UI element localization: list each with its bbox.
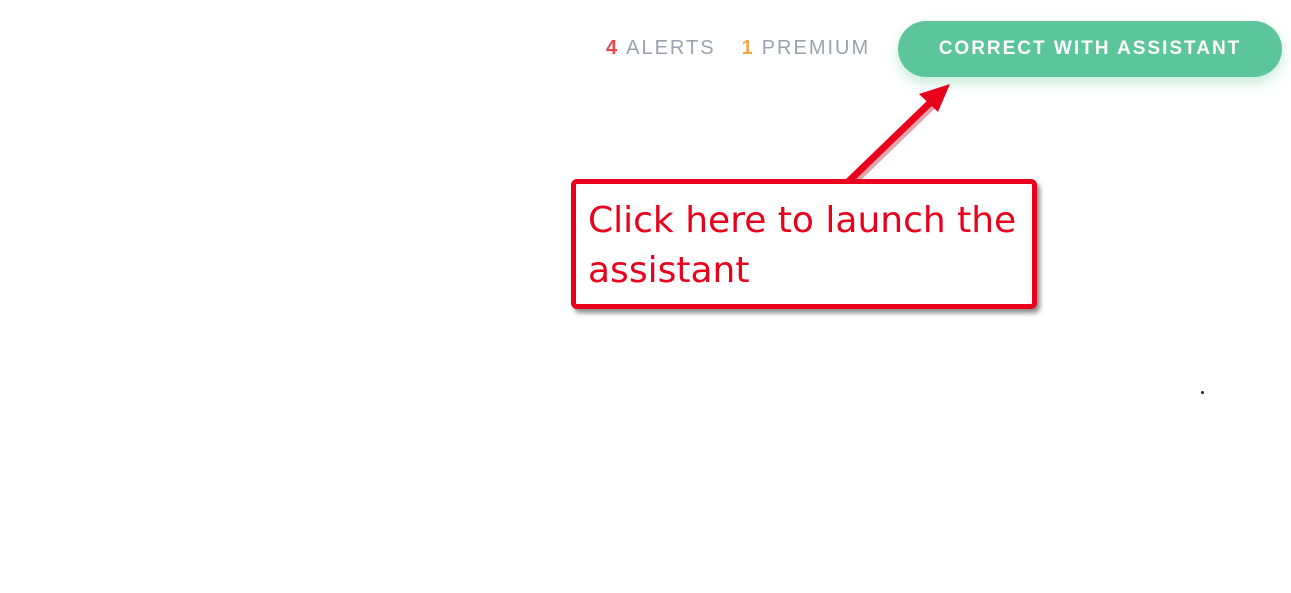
annotation-callout: Click here to launch the assistant — [571, 179, 1037, 309]
document-stats: 4 ALERTS 1 PREMIUM — [606, 36, 870, 60]
premium-label: PREMIUM — [761, 37, 871, 59]
stray-dot — [1201, 391, 1204, 394]
premium-count: 1 — [741, 37, 755, 59]
alerts-indicator[interactable]: 4 ALERTS — [606, 36, 716, 60]
premium-indicator[interactable]: 1 PREMIUM — [742, 36, 871, 60]
screenshot-canvas: 4 ALERTS 1 PREMIUM CORRECT WITH ASSISTAN… — [0, 0, 1291, 593]
alerts-count: 4 — [606, 37, 620, 59]
annotation-text: Click here to launch the assistant — [588, 200, 1017, 291]
alerts-label: ALERTS — [626, 37, 716, 59]
correct-with-assistant-button[interactable]: CORRECT WITH ASSISTANT — [898, 21, 1282, 77]
